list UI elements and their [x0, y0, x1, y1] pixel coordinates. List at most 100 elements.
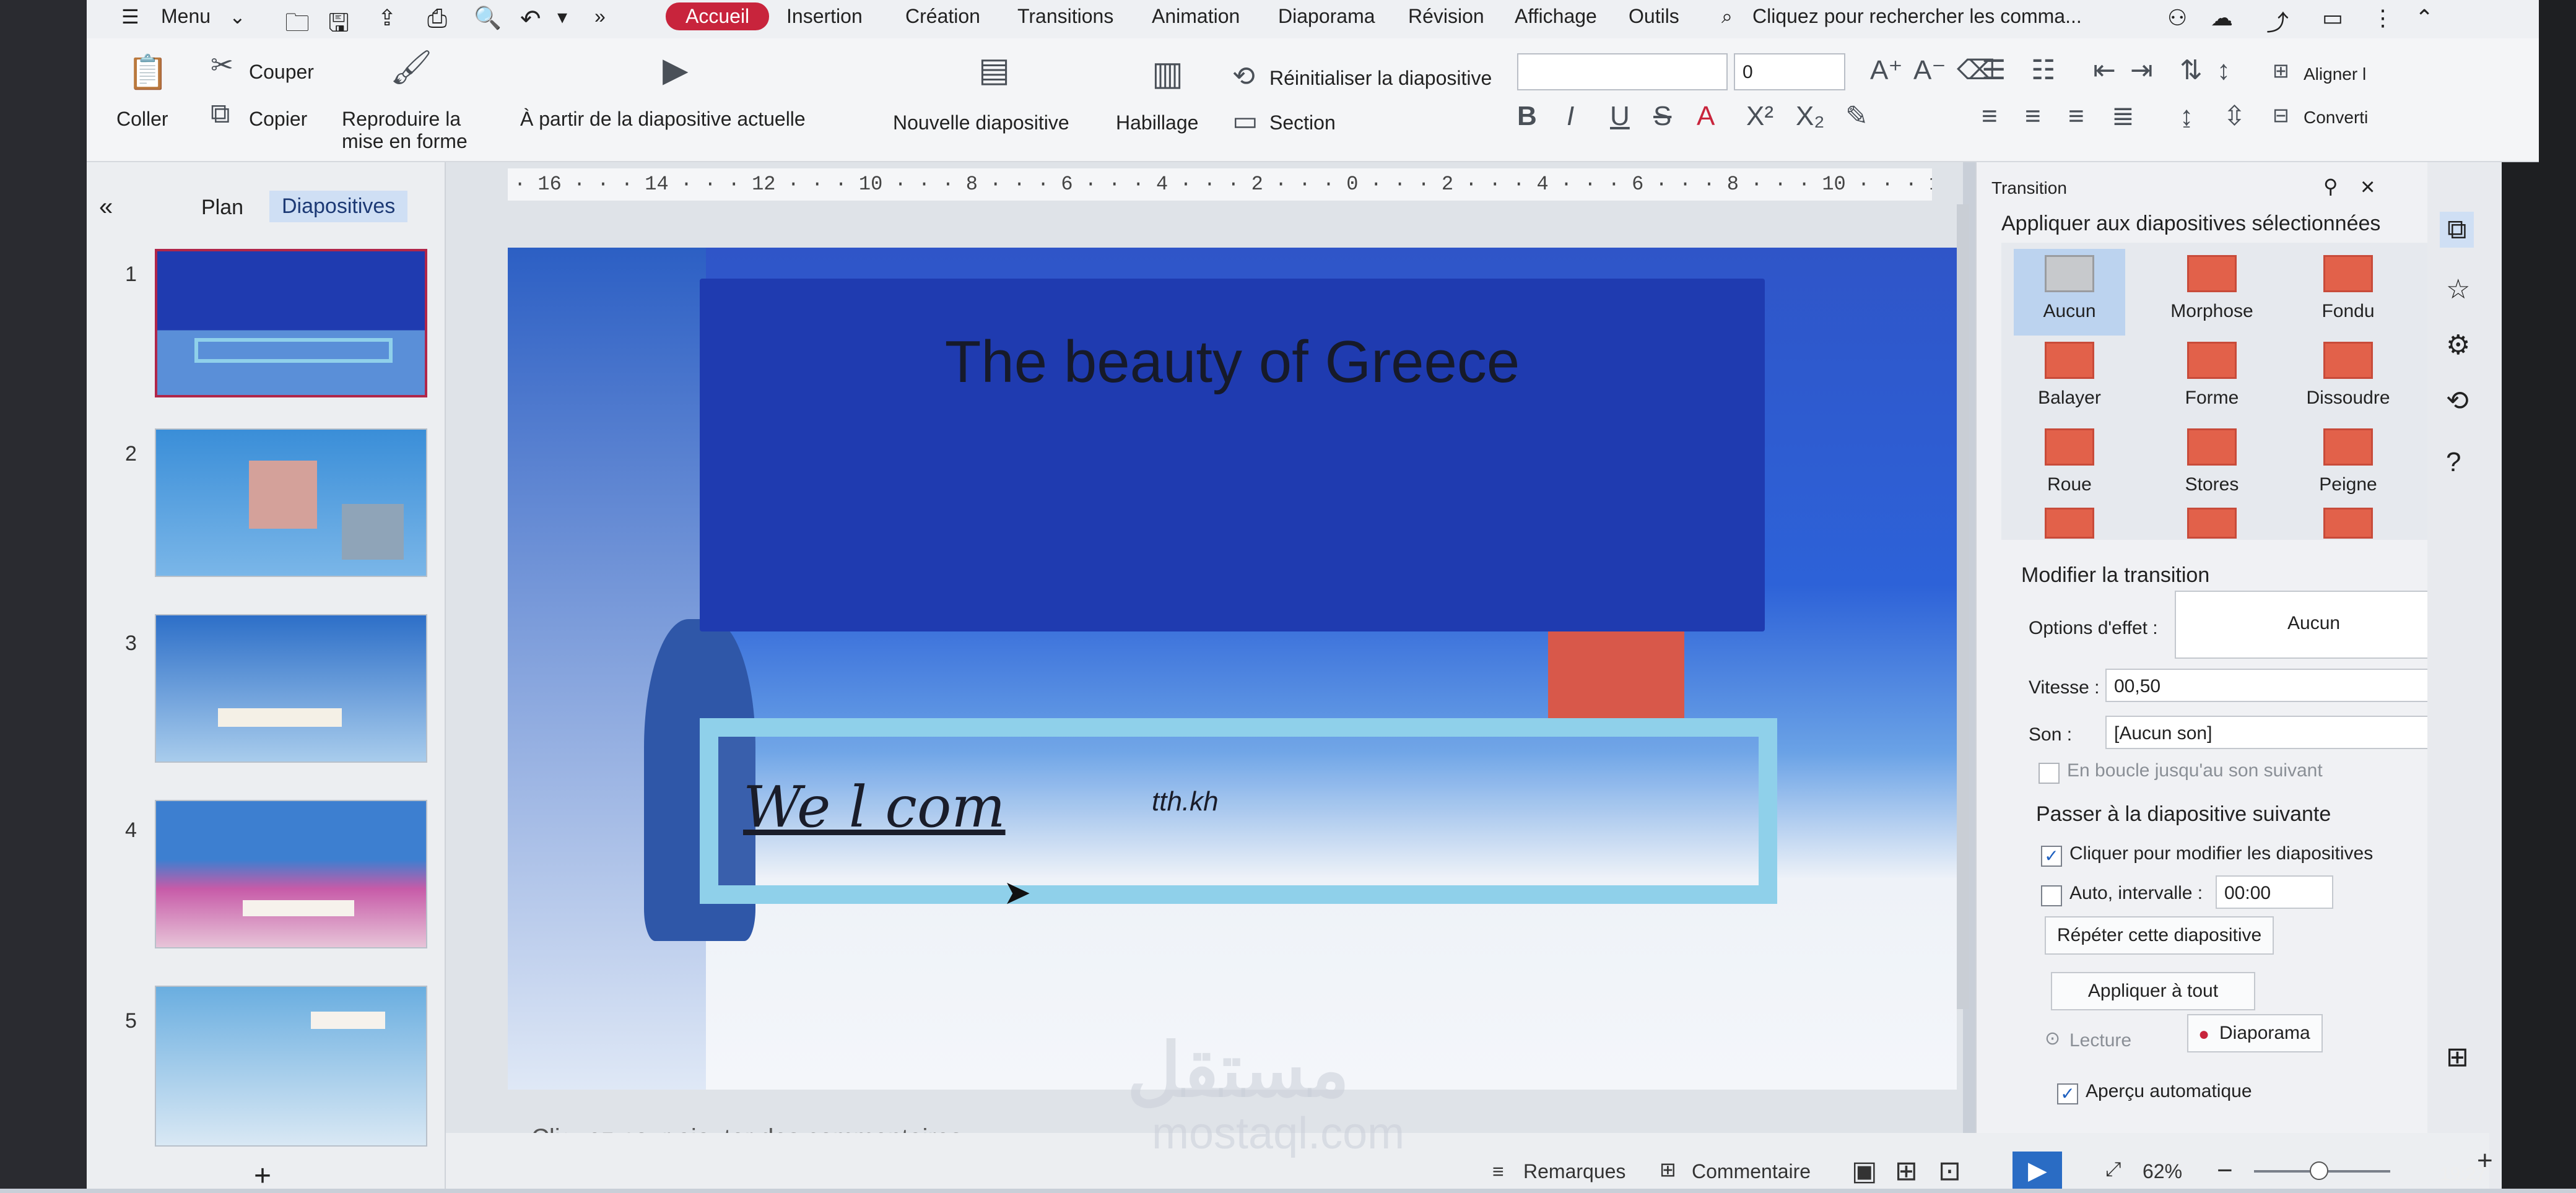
help-icon[interactable]: ? — [2446, 447, 2461, 478]
section-button[interactable]: Section — [1269, 111, 1336, 134]
more-icon[interactable]: » — [594, 5, 606, 28]
numbered-list-icon[interactable]: ☷ — [2031, 57, 2055, 84]
reset-slide-button[interactable]: Réinitialiser la diapositive — [1269, 67, 1492, 90]
transition-fondu[interactable]: Fondu — [2292, 249, 2404, 336]
play-icon[interactable]: ▶ — [663, 53, 689, 87]
sort-icon[interactable]: ↕ — [2217, 57, 2230, 84]
properties-icon[interactable]: ⚙ — [2446, 329, 2470, 361]
normal-view-icon[interactable]: ▣ — [1852, 1155, 1878, 1187]
paste-icon[interactable]: 📋 — [127, 56, 168, 89]
strikethrough-icon[interactable]: S — [1653, 103, 1671, 130]
highlight-icon[interactable]: ✎ — [1845, 103, 1868, 130]
add-slide-icon[interactable]: + — [254, 1159, 271, 1193]
transition-icon[interactable] — [2323, 508, 2373, 539]
line-spacing-icon[interactable]: ↨ — [2180, 103, 2193, 130]
transition-stores[interactable]: Stores — [2156, 422, 2268, 509]
on-click-checkbox[interactable]: ✓ — [2041, 846, 2062, 867]
font-grow-icon[interactable]: A⁺ — [1870, 57, 1903, 84]
hamburger-icon[interactable]: ☰ — [121, 5, 139, 28]
transition-roue[interactable]: Roue — [2014, 422, 2125, 509]
undo-dropdown-icon[interactable]: ▾ — [557, 5, 567, 28]
reset-slide-icon[interactable]: ⟲ — [1232, 63, 1255, 90]
play-preview-button[interactable]: Lecture — [2069, 1030, 2131, 1051]
auto-interval-checkbox[interactable] — [2041, 885, 2062, 906]
transition-forme[interactable]: Forme — [2156, 336, 2268, 422]
share-icon[interactable]: ⤴ — [2266, 5, 2289, 37]
reproduire-label-1[interactable]: Reproduire la — [342, 108, 461, 131]
decrease-indent-icon[interactable]: ⇤ — [2093, 57, 2116, 84]
superscript-icon[interactable]: X² — [1746, 103, 1773, 130]
convert-icon[interactable]: ⊟ — [2273, 105, 2289, 125]
tab-diaporama[interactable]: Diaporama — [1278, 5, 1375, 28]
export-icon[interactable]: ⇪ — [378, 5, 396, 31]
font-color-icon[interactable]: A — [1697, 103, 1715, 130]
new-slide-button[interactable]: Nouvelle diapositive — [893, 111, 1069, 134]
comment-toggle-icon[interactable]: ⊞ — [1660, 1158, 1676, 1181]
title-placeholder[interactable]: The beauty of Greece — [700, 279, 1765, 631]
slide-thumbnail-2[interactable] — [155, 428, 427, 577]
transition-morphose[interactable]: Morphose — [2156, 249, 2268, 336]
menu-button[interactable]: Menu — [161, 5, 211, 28]
paragraph-spacing-icon[interactable]: ⇳ — [2223, 103, 2246, 130]
repeat-slide-button[interactable]: Répéter cette diapositive — [2045, 916, 2274, 955]
welcome-textbox[interactable]: We l com tth.kh — [700, 718, 1777, 904]
tab-plan[interactable]: Plan — [201, 196, 243, 220]
comment-toggle[interactable]: Commentaire — [1692, 1160, 1811, 1183]
print-preview-icon[interactable]: 🔍 — [474, 5, 502, 31]
increase-indent-icon[interactable]: ⇥ — [2130, 57, 2153, 84]
tab-animation[interactable]: Animation — [1152, 5, 1240, 28]
bullet-list-icon[interactable]: ☰ — [1982, 57, 2006, 84]
effect-options-dropdown[interactable]: Aucun — [2175, 591, 2429, 659]
font-family-select[interactable] — [1517, 53, 1728, 90]
loop-checkbox[interactable] — [2039, 763, 2060, 784]
slide-thumbnail-3[interactable] — [155, 614, 427, 763]
fit-window-icon[interactable]: ⤢ — [2105, 1158, 2121, 1181]
close-icon[interactable]: × — [2361, 173, 2375, 201]
slide-sorter-icon[interactable]: ⊞ — [1895, 1155, 1918, 1187]
search-box[interactable]: Cliquez pour rechercher les comma... — [1752, 5, 2082, 28]
font-shrink-icon[interactable]: A⁻ — [1913, 57, 1946, 84]
tab-insertion[interactable]: Insertion — [786, 5, 863, 28]
transition-balayer[interactable]: Balayer — [2014, 336, 2125, 422]
zoom-level[interactable]: 62% — [2143, 1160, 2182, 1183]
undo-icon[interactable]: ↶ — [520, 5, 541, 33]
pin-icon[interactable]: ⚲ — [2323, 175, 2338, 198]
zoom-slider-handle[interactable] — [2310, 1161, 2328, 1180]
transition-peigne[interactable]: Peigne — [2292, 422, 2404, 509]
speed-field[interactable]: 00,50 — [2105, 669, 2429, 702]
chevron-down-icon[interactable]: ⌄ — [229, 5, 246, 28]
grid-icon[interactable]: ⊞ — [2446, 1041, 2469, 1073]
welcome-handwritten-text[interactable]: tth.kh — [1152, 786, 1219, 817]
sound-dropdown[interactable]: [Aucun son] — [2105, 716, 2429, 749]
habillage-button[interactable]: Habillage — [1116, 111, 1198, 134]
italic-icon[interactable]: I — [1567, 103, 1574, 130]
subscript-icon[interactable]: X₂ — [1796, 103, 1824, 130]
more-options-icon[interactable]: ⋮ — [2372, 5, 2394, 31]
font-size-select[interactable]: 0 — [1734, 53, 1845, 90]
panel-header[interactable]: Transition — [1991, 178, 2067, 198]
notes-toggle[interactable]: Remarques — [1523, 1160, 1625, 1183]
animation-icon[interactable]: ☆ — [2446, 274, 2470, 305]
reproduire-label-2[interactable]: mise en forme — [342, 130, 468, 153]
start-from-current-button[interactable]: À partir de la diapositive actuelle — [520, 108, 806, 131]
align-text-button[interactable]: Aligner l — [2304, 64, 2366, 84]
tab-diapositives[interactable]: Diapositives — [269, 191, 408, 222]
align-left-icon[interactable]: ≡ — [1982, 103, 1998, 130]
zoom-out-icon[interactable]: − — [2217, 1155, 2233, 1186]
user-icon[interactable]: ⚇ — [2167, 5, 2187, 31]
couper-button[interactable]: Couper — [249, 61, 314, 84]
cloud-icon[interactable]: ☁ — [2211, 5, 2233, 31]
text-direction-icon[interactable]: ⇅ — [2180, 57, 2203, 84]
slide-thumbnail-1[interactable] — [155, 249, 427, 397]
tab-accueil[interactable]: Accueil — [666, 2, 770, 30]
layout-icon[interactable]: ▥ — [1152, 57, 1183, 90]
tab-transitions[interactable]: Transitions — [1017, 5, 1113, 28]
tab-revision[interactable]: Révision — [1408, 5, 1484, 28]
history-icon[interactable]: ⟲ — [2446, 385, 2469, 417]
collapse-panel-icon[interactable]: « — [99, 193, 113, 221]
interval-field[interactable]: 00:00 — [2216, 875, 2333, 909]
convert-button[interactable]: Converti — [2304, 108, 2368, 128]
auto-preview-checkbox[interactable]: ✓ — [2057, 1083, 2078, 1104]
slide-thumbnail-5[interactable] — [155, 986, 427, 1147]
welcome-text[interactable]: We l com — [743, 774, 1006, 840]
